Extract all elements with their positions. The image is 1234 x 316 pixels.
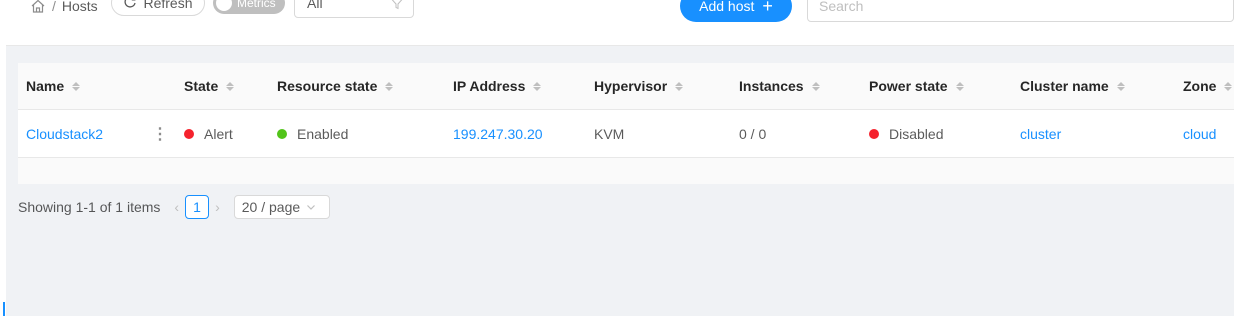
table-row: Cloudstack2 ⋮ Alert Enabled 199.247.30.2… — [18, 110, 1234, 158]
sort-icon[interactable] — [675, 81, 684, 91]
sort-icon[interactable] — [226, 81, 235, 91]
next-page-icon[interactable]: › — [215, 199, 220, 215]
prev-page-icon[interactable]: ‹ — [174, 199, 179, 215]
sort-icon[interactable] — [811, 81, 820, 91]
reload-icon — [123, 0, 137, 12]
search-input[interactable]: Search — [807, 0, 1234, 22]
column-label: State — [184, 78, 219, 94]
page-size-select[interactable]: 20 / page — [233, 195, 330, 219]
page-item-current[interactable]: 1 — [185, 195, 210, 219]
hypervisor-cell: KVM — [594, 125, 625, 142]
table-header: Name State Resource state IP Address Hyp… — [18, 63, 1234, 110]
search-placeholder: Search — [819, 0, 864, 14]
add-host-button[interactable]: Add host + — [680, 0, 792, 22]
state-text: Alert — [204, 125, 233, 142]
column-header-hypervisor[interactable]: Hypervisor — [594, 63, 684, 109]
toggle-knob — [216, 0, 232, 11]
breadcrumb-current: Hosts — [61, 0, 98, 14]
resource-state-cell: Enabled — [277, 110, 348, 157]
sort-icon[interactable] — [385, 81, 394, 91]
sort-icon[interactable] — [1224, 81, 1233, 91]
power-state-text: Disabled — [889, 125, 944, 142]
column-label: Cluster name — [1020, 78, 1109, 94]
breadcrumb: / Hosts — [30, 0, 98, 18]
cluster-name-link[interactable]: cluster — [1020, 110, 1061, 157]
column-header-name[interactable]: Name — [26, 63, 81, 109]
instances-cell: 0 / 0 — [739, 125, 767, 142]
page-size-value: 20 / page — [241, 199, 301, 215]
chevron-down-icon — [306, 199, 316, 215]
resource-state-text: Enabled — [297, 125, 349, 142]
column-header-state[interactable]: State — [184, 63, 235, 109]
status-dot — [184, 128, 194, 139]
page-header: / Hosts Refresh Metrics All Add host + S… — [6, 0, 1234, 46]
add-host-label: Add host — [699, 0, 755, 14]
column-label: Name — [26, 78, 65, 94]
filter-select[interactable]: All — [294, 0, 414, 18]
home-icon[interactable] — [30, 0, 46, 14]
ip-address-link[interactable]: 199.247.30.20 — [453, 110, 543, 157]
breadcrumb-separator: / — [52, 0, 56, 14]
filter-select-value: All — [307, 0, 323, 11]
column-header-power-state[interactable]: Power state — [869, 63, 964, 109]
column-label: Power state — [869, 78, 948, 94]
column-header-instances[interactable]: Instances — [739, 63, 820, 109]
column-header-ip-address[interactable]: IP Address — [453, 63, 542, 109]
metrics-toggle[interactable]: Metrics — [213, 0, 285, 14]
column-label: IP Address — [453, 78, 526, 94]
hosts-table: Name State Resource state IP Address Hyp… — [18, 63, 1234, 184]
pagination-summary: Showing 1-1 of 1 items — [18, 199, 161, 215]
sort-icon[interactable] — [1116, 81, 1125, 91]
column-header-zone[interactable]: Zone — [1183, 63, 1233, 109]
column-header-resource-state[interactable]: Resource state — [277, 63, 394, 109]
refresh-label: Refresh — [143, 0, 193, 11]
column-label: Zone — [1183, 78, 1217, 94]
more-actions-icon[interactable]: ⋮ — [152, 110, 168, 157]
sidebar-edge — [0, 0, 6, 316]
sort-icon[interactable] — [533, 81, 542, 91]
sort-icon[interactable] — [955, 81, 964, 91]
status-dot — [869, 128, 879, 139]
host-name-link[interactable]: Cloudstack2 — [26, 110, 103, 157]
status-dot — [277, 128, 287, 139]
sort-icon[interactable] — [72, 81, 81, 91]
state-cell: Alert — [184, 110, 233, 157]
zone-link[interactable]: cloud — [1183, 110, 1216, 157]
refresh-button[interactable]: Refresh — [111, 0, 205, 16]
column-header-cluster-name[interactable]: Cluster name — [1020, 63, 1125, 109]
sidebar-active-indicator — [3, 302, 5, 316]
column-label: Instances — [739, 78, 804, 94]
pagination: Showing 1-1 of 1 items ‹ 1 › 20 / page — [18, 195, 330, 219]
power-state-cell: Disabled — [869, 110, 943, 157]
column-label: Hypervisor — [594, 78, 668, 94]
plus-icon: + — [762, 0, 773, 16]
metrics-toggle-label: Metrics — [237, 0, 276, 10]
column-label: Resource state — [277, 78, 378, 94]
filter-icon — [391, 0, 403, 10]
